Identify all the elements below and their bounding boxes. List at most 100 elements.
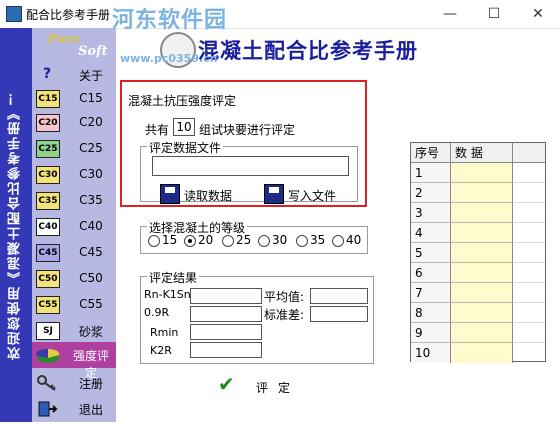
radio-dot	[222, 235, 234, 247]
app-header: 混凝土配合比参考手册 www.pc0359.cn	[120, 30, 540, 70]
sidebar-item-exit[interactable]: 退出	[32, 396, 116, 422]
maximize-button[interactable]: ☐	[472, 0, 516, 28]
sidebar-item-c45[interactable]: C45 C45	[32, 240, 116, 266]
table-row-index: 2	[411, 183, 451, 203]
r09-field	[190, 306, 262, 322]
rn-label: Rn-K1Sn	[144, 288, 191, 301]
count-prefix: 共有	[145, 123, 170, 137]
sidebar-item-c55[interactable]: C55 C55	[32, 292, 116, 318]
checkmark-icon: ✔	[218, 372, 235, 396]
floppy-disk-icon	[160, 184, 180, 204]
table-row-blank	[513, 343, 545, 363]
sidebar-item-label: C35	[79, 193, 103, 207]
table-row-blank	[513, 303, 545, 323]
sample-count-input[interactable]: 10	[173, 118, 195, 136]
window-title: 配合比参考手册	[26, 8, 111, 22]
table-row-blank	[513, 203, 545, 223]
rmin-field	[190, 324, 262, 340]
table-row-data[interactable]	[451, 183, 513, 203]
table-row-index: 3	[411, 203, 451, 223]
evaluate-label: 评定	[256, 381, 301, 395]
read-data-label: 读取数据	[184, 189, 233, 203]
radio-dot	[258, 235, 270, 247]
radio-dot	[332, 235, 344, 247]
watermark-url: www.pc0359.cn	[120, 52, 218, 65]
exit-icon	[36, 400, 58, 417]
minimize-button[interactable]: —	[428, 0, 472, 28]
table-row-data[interactable]	[451, 303, 513, 323]
average-field	[310, 288, 368, 304]
table-row-data[interactable]	[451, 243, 513, 263]
sidebar-item-c25[interactable]: C25 C25	[32, 136, 116, 162]
app-icon	[6, 6, 22, 22]
write-file-button[interactable]: 写入文件	[264, 184, 354, 204]
sidebar-item-label: C20	[79, 115, 103, 129]
logo-line1: Pure	[48, 32, 80, 46]
sidebar-item-label: 注册	[78, 377, 103, 391]
sidebar-item-register[interactable]: 注册	[32, 370, 116, 396]
sidebar-item-label: C45	[79, 245, 103, 259]
section-title: 混凝土抗压强度评定	[128, 94, 237, 108]
table-row-blank	[513, 283, 545, 303]
rn-field	[190, 288, 262, 304]
table-header-index: 序号	[411, 143, 451, 163]
k2r-field	[190, 342, 262, 358]
r09-label: 0.9R	[144, 306, 170, 319]
sidebar-item-c40[interactable]: C40 C40	[32, 214, 116, 240]
table-row-index: 5	[411, 243, 451, 263]
file-path-input[interactable]	[152, 156, 349, 176]
table-row-index: 1	[411, 163, 451, 183]
table-row-data[interactable]	[451, 163, 513, 183]
table-row-data[interactable]	[451, 223, 513, 243]
c55-icon: C55	[36, 296, 60, 314]
sidebar-item-about[interactable]: ? 关于	[32, 62, 116, 88]
sidebar-item-c20[interactable]: C20 C20	[32, 110, 116, 136]
sidebar-item-label: C15	[79, 91, 103, 105]
floppy-disk-icon	[264, 184, 284, 204]
table-row-blank	[513, 183, 545, 203]
close-button[interactable]: ✕	[516, 0, 560, 28]
sidebar-item-strength-evaluation[interactable]: 强度评定	[32, 342, 116, 380]
table-row-blank	[513, 223, 545, 243]
read-data-button[interactable]: 读取数据	[160, 184, 250, 204]
radio-dot	[184, 235, 196, 247]
chart-icon	[36, 346, 60, 363]
table-row-data[interactable]	[451, 323, 513, 343]
write-file-label: 写入文件	[288, 189, 337, 203]
table-row-data[interactable]	[451, 343, 513, 363]
sidebar-item-label: C55	[79, 297, 103, 311]
sidebar-item-c15[interactable]: C15 C15	[32, 86, 116, 112]
table-row-blank	[513, 243, 545, 263]
sidebar-item-label: C50	[79, 271, 103, 285]
sidebar-item-mortar[interactable]: SJ 砂浆	[32, 318, 116, 344]
radio-dot	[296, 235, 308, 247]
c50-icon: C50	[36, 270, 60, 288]
table-row-data[interactable]	[451, 283, 513, 303]
table-row-index: 8	[411, 303, 451, 323]
data-table: 序号 数 据 1 2 3 4 5 6 7 8 9 10	[410, 142, 546, 363]
sidebar-item-c35[interactable]: C35 C35	[32, 188, 116, 214]
table-row-index: 6	[411, 263, 451, 283]
sidebar-item-c50[interactable]: C50 C50	[32, 266, 116, 292]
key-icon	[36, 374, 58, 391]
table-row-index: 4	[411, 223, 451, 243]
welcome-banner: 欢迎您使用《混凝土配合比参考手册》！	[0, 28, 32, 422]
c25-icon: C25	[36, 140, 60, 158]
c15-icon: C15	[36, 90, 60, 108]
sidebar-item-label: 关于	[78, 69, 103, 83]
help-icon: ?	[42, 66, 52, 82]
file-group-label: 评定数据文件	[147, 139, 224, 156]
logo-line2: Soft	[78, 44, 108, 59]
std-dev-field	[310, 306, 368, 322]
table-row-index: 9	[411, 323, 451, 343]
table-header-data: 数 据	[451, 143, 513, 163]
table-row-data[interactable]	[451, 263, 513, 283]
table-row-data[interactable]	[451, 203, 513, 223]
sidebar-item-label: C25	[79, 141, 103, 155]
c35-icon: C35	[36, 192, 60, 210]
k2r-label: K2R	[150, 344, 172, 357]
sidebar-item-label: C30	[79, 167, 103, 181]
evaluate-button[interactable]: ✔ 评定	[218, 372, 308, 400]
table-row-blank	[513, 263, 545, 283]
sidebar-item-c30[interactable]: C30 C30	[32, 162, 116, 188]
